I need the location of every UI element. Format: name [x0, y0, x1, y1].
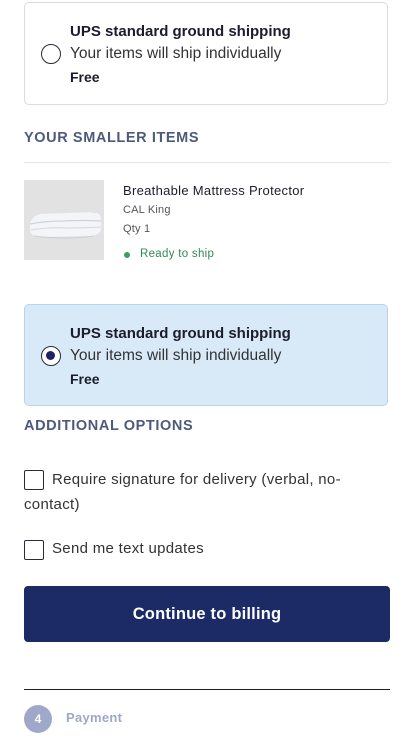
shipping-option-card-large-items[interactable]: UPS standard ground shipping Your items … [24, 2, 388, 105]
signature-checkbox-label[interactable]: Require signature for delivery (verbal, … [24, 467, 374, 517]
shipping-option-description: Your items will ship individually [70, 45, 282, 62]
checkout-shipping-page: UPS standard ground shipping Your items … [0, 0, 414, 736]
shipping-option-title: UPS standard ground shipping [70, 23, 291, 40]
shipping-option-title: UPS standard ground shipping [70, 325, 291, 342]
product-image-mattress-protector [24, 180, 104, 260]
step-divider [24, 689, 390, 690]
section-divider [24, 162, 390, 163]
shipping-option-price: Free [70, 371, 100, 387]
shipping-option-radio-selected[interactable] [41, 346, 61, 366]
shipping-option-radio[interactable] [41, 44, 61, 64]
additional-options-heading: ADDITIONAL OPTIONS [24, 418, 194, 434]
shipping-option-card-smaller-items[interactable]: UPS standard ground shipping Your items … [24, 304, 388, 406]
ready-status-icon [124, 252, 130, 258]
shipping-option-price: Free [70, 69, 100, 85]
folded-mattress-protector-icon [24, 180, 104, 260]
shipping-option-description: Your items will ship individually [70, 347, 282, 364]
step-number-badge: 4 [24, 705, 52, 733]
product-name: Breathable Mattress Protector [123, 183, 305, 198]
product-status: Ready to ship [140, 248, 215, 260]
radio-selected-dot [46, 351, 55, 360]
continue-to-billing-button[interactable]: Continue to billing [24, 586, 390, 642]
text-updates-checkbox-label[interactable]: Send me text updates [24, 536, 374, 561]
product-quantity: Qty 1 [123, 223, 151, 235]
step-label-payment[interactable]: Payment [66, 710, 122, 725]
smaller-items-heading: YOUR SMALLER ITEMS [24, 130, 200, 146]
product-size: CAL King [123, 204, 171, 216]
